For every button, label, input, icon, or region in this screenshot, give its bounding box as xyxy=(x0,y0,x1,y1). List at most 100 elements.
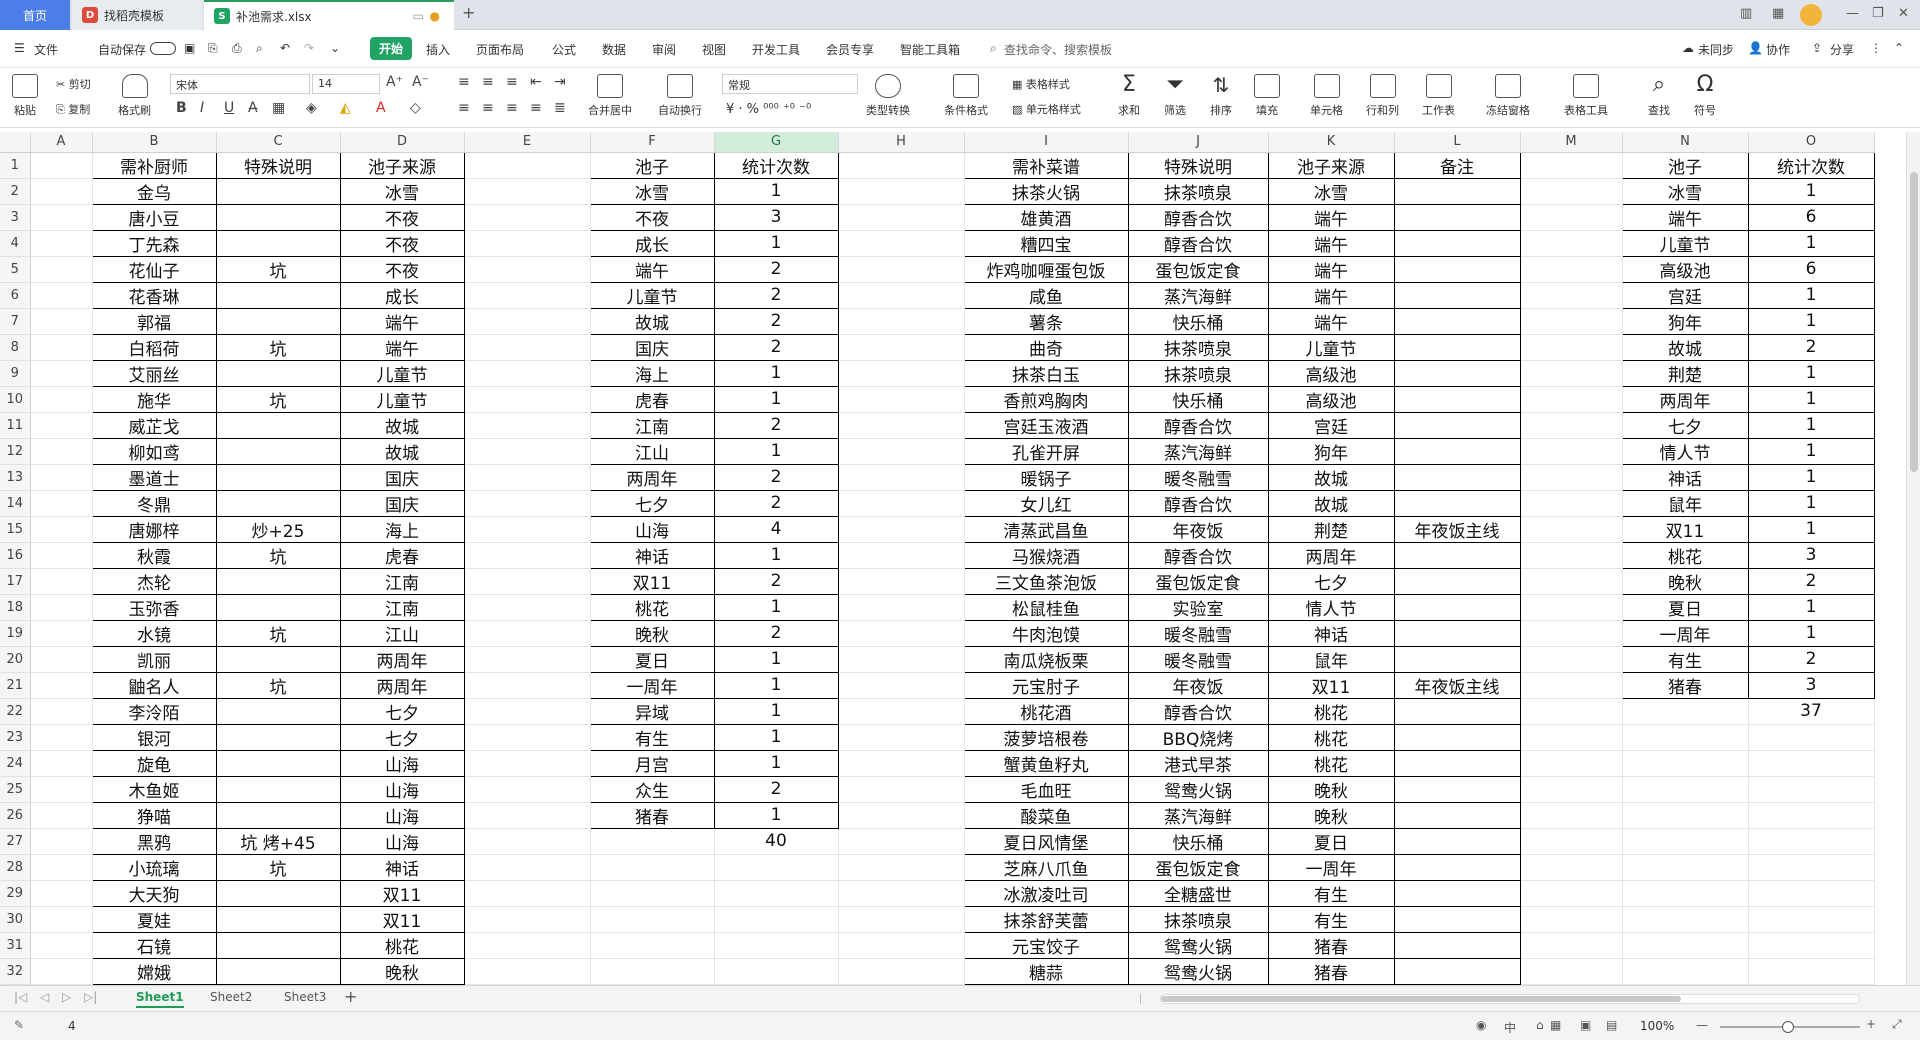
fill-button[interactable]: 填充 xyxy=(1254,74,1280,118)
monitor-icon[interactable]: ▭ xyxy=(413,9,424,23)
cell[interactable] xyxy=(1393,255,1521,283)
cell[interactable]: 1 xyxy=(1747,437,1875,465)
cell[interactable]: 1 xyxy=(713,359,839,387)
sort-button[interactable]: ⇅ 排序 xyxy=(1208,74,1234,118)
cell[interactable]: 七夕 xyxy=(1267,567,1395,595)
cell[interactable]: 曲奇 xyxy=(963,333,1129,361)
cell[interactable]: 杰轮 xyxy=(91,567,217,595)
cell[interactable] xyxy=(1621,749,1749,777)
cell[interactable]: 双11 xyxy=(1621,515,1749,543)
sync-status[interactable]: 未同步 xyxy=(1698,41,1734,58)
menu-developer[interactable]: 开发工具 xyxy=(752,41,800,58)
cell[interactable]: 女儿红 xyxy=(963,489,1129,517)
cell[interactable]: 端午 xyxy=(1267,229,1395,257)
row-header[interactable]: 21 xyxy=(0,672,31,699)
cell[interactable]: 夏日风情堡 xyxy=(963,827,1129,855)
cell[interactable] xyxy=(1519,671,1623,699)
cell[interactable] xyxy=(29,411,93,439)
strikethrough-icon[interactable]: A̶ xyxy=(248,100,258,116)
cell[interactable] xyxy=(837,411,965,439)
currency-percent-icons[interactable]: ¥ · % ⁰⁰⁰ ⁺⁰ ⁻⁰ xyxy=(726,102,811,117)
cell[interactable] xyxy=(463,853,591,881)
tab-home[interactable]: 首页 xyxy=(0,0,70,30)
cell[interactable]: 桃花 xyxy=(1621,541,1749,569)
row-header[interactable]: 2 xyxy=(0,178,31,205)
cell[interactable]: 年夜饭 xyxy=(1127,515,1269,543)
find-button[interactable]: ⌕ 查找 xyxy=(1646,74,1672,118)
cell[interactable] xyxy=(463,255,591,283)
cell[interactable] xyxy=(837,333,965,361)
cell[interactable] xyxy=(1621,775,1749,803)
cell[interactable] xyxy=(1393,541,1521,569)
cell[interactable]: 金乌 xyxy=(91,177,217,205)
cell[interactable] xyxy=(837,593,965,621)
cell[interactable] xyxy=(215,697,341,725)
cell[interactable]: 鸳鸯火锅 xyxy=(1127,775,1269,803)
cell[interactable] xyxy=(1393,593,1521,621)
cell[interactable]: 荆楚 xyxy=(1267,515,1395,543)
cell[interactable]: 情人节 xyxy=(1267,593,1395,621)
cell[interactable]: 端午 xyxy=(1621,203,1749,231)
row-header[interactable]: 8 xyxy=(0,334,31,361)
cell[interactable]: 芝麻八爪鱼 xyxy=(963,853,1129,881)
cell[interactable]: 蛋包饭定食 xyxy=(1127,853,1269,881)
cell[interactable]: 七夕 xyxy=(339,697,465,725)
row-header[interactable]: 6 xyxy=(0,282,31,309)
cell[interactable] xyxy=(29,671,93,699)
cell[interactable]: 江南 xyxy=(589,411,715,439)
cond-format-button[interactable]: 条件格式 xyxy=(944,74,988,118)
cell[interactable] xyxy=(837,749,965,777)
menu-member[interactable]: 会员专享 xyxy=(826,41,874,58)
cell[interactable]: 江南 xyxy=(339,593,465,621)
cell[interactable] xyxy=(589,853,715,881)
cell[interactable] xyxy=(29,749,93,777)
copy-button[interactable]: ⎘ 复制 xyxy=(56,101,90,117)
cell[interactable] xyxy=(463,437,591,465)
cell[interactable] xyxy=(29,593,93,621)
cell[interactable] xyxy=(1519,515,1623,543)
row-header[interactable]: 10 xyxy=(0,386,31,413)
cell[interactable]: 1 xyxy=(1747,229,1875,257)
cell[interactable] xyxy=(837,437,965,465)
cell[interactable]: 40 xyxy=(713,827,839,855)
cell[interactable]: 年夜饭主线 xyxy=(1393,515,1521,543)
cell[interactable]: 坑 xyxy=(215,853,341,881)
cell[interactable] xyxy=(1519,801,1623,829)
cell[interactable]: 37 xyxy=(1747,697,1875,725)
page-break-view-icon[interactable]: ▤ xyxy=(1606,1018,1617,1032)
row-header[interactable]: 16 xyxy=(0,542,31,569)
cell[interactable]: 故城 xyxy=(1621,333,1749,361)
cell[interactable] xyxy=(29,437,93,465)
cell[interactable]: 七夕 xyxy=(589,489,715,517)
cell[interactable] xyxy=(29,255,93,283)
cell[interactable]: 江山 xyxy=(339,619,465,647)
tab-splitter[interactable] xyxy=(1140,994,1148,1004)
cell[interactable] xyxy=(29,203,93,231)
cell[interactable]: 暖冬融雪 xyxy=(1127,619,1269,647)
cell[interactable]: 抹茶白玉 xyxy=(963,359,1129,387)
cell[interactable]: 池子来源 xyxy=(339,151,465,179)
cell[interactable]: 2 xyxy=(713,489,839,517)
vertical-scrollbar[interactable] xyxy=(1906,132,1920,985)
cell[interactable]: 山海 xyxy=(339,827,465,855)
cell[interactable] xyxy=(837,671,965,699)
col-header-b[interactable]: B xyxy=(92,132,217,153)
sheet-tab-1[interactable]: Sheet1 xyxy=(136,990,184,1008)
cell[interactable]: 孔雀开屏 xyxy=(963,437,1129,465)
cell[interactable] xyxy=(215,489,341,517)
cell[interactable] xyxy=(29,281,93,309)
cell[interactable]: 双11 xyxy=(339,879,465,907)
paste-button[interactable]: 粘贴 xyxy=(12,74,38,118)
cell[interactable]: 晚秋 xyxy=(589,619,715,647)
cell[interactable]: 夏日 xyxy=(1621,593,1749,621)
cell[interactable]: 夏日 xyxy=(589,645,715,673)
cell[interactable]: 神话 xyxy=(339,853,465,881)
cell[interactable] xyxy=(29,775,93,803)
cell[interactable] xyxy=(463,177,591,205)
merge-center-button[interactable]: 合并居中 xyxy=(588,74,632,118)
cell[interactable] xyxy=(29,515,93,543)
cell[interactable]: 需补厨师 xyxy=(91,151,217,179)
spreadsheet-grid[interactable]: ABCDEFGHIJKLMNO 1 需补厨师 特殊说明 池子来源 池子 统计次数 需补菜谱特… xyxy=(0,132,1906,985)
cell[interactable]: 鼠年 xyxy=(1267,645,1395,673)
cell[interactable] xyxy=(1519,281,1623,309)
